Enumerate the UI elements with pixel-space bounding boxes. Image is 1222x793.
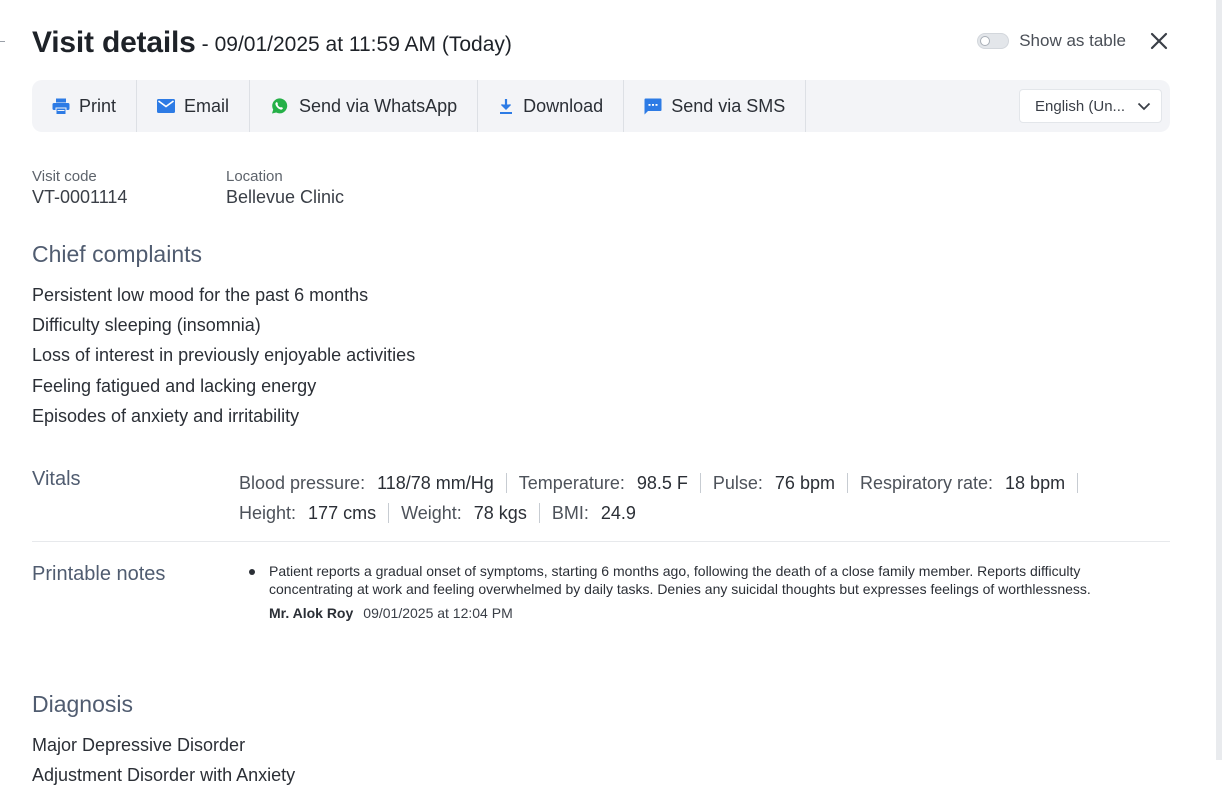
chevron-down-icon: [1137, 102, 1151, 110]
edge-mark: [0, 41, 5, 42]
header: Visit details - 09/01/2025 at 11:59 AM (…: [32, 24, 1170, 62]
vital-temperature: Temperature: 98.5 F: [519, 473, 701, 493]
vital-label: Weight:: [401, 502, 462, 523]
download-button[interactable]: Download: [478, 80, 625, 132]
sms-label: Send via SMS: [671, 95, 786, 116]
show-as-table-label: Show as table: [1019, 31, 1126, 50]
vital-value: 76 bpm: [774, 472, 835, 493]
vital-label: Respiratory rate:: [859, 472, 994, 493]
vitals-grid: Blood pressure: 118/78 mm/Hg Temperature…: [239, 468, 1159, 528]
diagnosis-list: Major Depressive Disorder Adjustment Dis…: [32, 734, 295, 793]
language-value: English (Un...: [1035, 97, 1126, 115]
toggle-knob: [980, 36, 991, 46]
visit-meta: Visit code VT-0001114 Location Bellevue …: [32, 168, 404, 208]
vital-respiratory-rate: Respiratory rate: 18 bpm: [859, 472, 1079, 493]
vital-bmi: BMI: 24.9: [552, 503, 648, 523]
email-label: Email: [184, 95, 230, 116]
message-icon: [644, 98, 662, 115]
vital-label: Height:: [239, 502, 297, 523]
vital-pulse: Pulse: 76 bpm: [713, 473, 848, 493]
complaint-item: Difficulty sleeping (insomnia): [32, 315, 261, 336]
chief-complaints-section: Chief complaints Persistent low mood for…: [32, 241, 415, 435]
visit-code-label: Visit code: [32, 168, 97, 185]
note-text: Patient reports a gradual onset of sympt…: [269, 563, 1091, 597]
bullet-icon: [249, 569, 255, 575]
print-button[interactable]: Print: [32, 80, 138, 132]
visit-details-page: Visit details - 09/01/2025 at 11:59 AM (…: [0, 0, 1222, 793]
download-label: Download: [523, 95, 604, 116]
vital-blood-pressure: Blood pressure: 118/78 mm/Hg: [239, 473, 507, 493]
download-icon: [498, 98, 514, 115]
print-label: Print: [79, 95, 117, 116]
diagnosis-item: Adjustment Disorder with Anxiety: [32, 765, 296, 785]
whatsapp-label: Send via WhatsApp: [299, 95, 458, 116]
visit-date: 09/01/2025 at 11:59 AM (Today): [214, 33, 512, 56]
location-label: Location: [226, 168, 283, 185]
complaint-item: Loss of interest in previously enjoyable…: [32, 345, 416, 366]
complaint-item: Feeling fatigued and lacking energy: [32, 375, 317, 396]
complaint-item: Episodes of anxiety and irritability: [32, 405, 300, 426]
complaint-item: Persistent low mood for the past 6 month…: [32, 285, 369, 305]
close-button[interactable]: [1148, 30, 1170, 52]
vitals-heading: Vitals: [32, 468, 81, 490]
location-value: Bellevue Clinic: [226, 187, 345, 207]
diagnosis-section: Diagnosis Major Depressive Disorder Adju…: [32, 691, 295, 793]
vital-weight: Weight: 78 kgs: [401, 503, 540, 523]
vital-height: Height: 177 cms: [239, 502, 390, 523]
header-actions: Show as table: [977, 30, 1170, 52]
page-title: Visit details: [32, 26, 196, 59]
whatsapp-button[interactable]: Send via WhatsApp: [250, 80, 479, 132]
whatsapp-icon: [270, 97, 288, 115]
email-button[interactable]: Email: [137, 80, 251, 132]
vital-value: 24.9: [600, 502, 636, 523]
vitals-row: Height: 177 cms Weight: 78 kgs BMI: 24.9: [239, 498, 1159, 528]
vital-label: Temperature:: [518, 472, 625, 493]
printable-notes-heading: Printable notes: [32, 563, 166, 585]
vital-label: Blood pressure:: [239, 472, 366, 493]
note-meta: Mr. Alok Roy 09/01/2025 at 12:04 PM: [269, 605, 1149, 621]
visit-code-value: VT-0001114: [32, 187, 128, 207]
note-timestamp: 09/01/2025 at 12:04 PM: [363, 605, 513, 621]
vital-value: 118/78 mm/Hg: [377, 472, 494, 493]
vitals-row: Blood pressure: 118/78 mm/Hg Temperature…: [239, 468, 1159, 498]
vital-label: BMI:: [551, 502, 589, 523]
vital-value: 78 kgs: [473, 502, 527, 523]
diagnosis-item: Major Depressive Disorder: [32, 735, 246, 755]
visit-code-field: Visit code VT-0001114: [32, 168, 166, 208]
location-field: Location Bellevue Clinic: [226, 168, 344, 208]
diagnosis-heading: Diagnosis: [32, 691, 133, 717]
chief-complaints-heading: Chief complaints: [32, 241, 203, 267]
note-author: Mr. Alok Roy: [269, 605, 354, 621]
complaint-list: Persistent low mood for the past 6 month…: [32, 284, 415, 435]
mail-icon: [157, 99, 176, 113]
language-select[interactable]: English (Un...: [1019, 89, 1162, 123]
note-item: Patient reports a gradual onset of sympt…: [249, 562, 1149, 621]
vital-value: 177 cms: [308, 502, 377, 523]
title-separator: -: [201, 33, 209, 56]
action-toolbar: Print Email Send via WhatsApp Download S…: [32, 80, 1170, 132]
scrollbar[interactable]: [1216, 0, 1222, 760]
close-icon: [1150, 32, 1168, 50]
vital-value: 18 bpm: [1005, 472, 1066, 493]
printer-icon: [52, 98, 70, 115]
show-as-table-toggle[interactable]: [977, 33, 1010, 49]
vital-label: Pulse:: [712, 472, 763, 493]
sms-button[interactable]: Send via SMS: [624, 80, 807, 132]
vital-value: 98.5 F: [636, 472, 688, 493]
section-divider: [32, 541, 1170, 542]
